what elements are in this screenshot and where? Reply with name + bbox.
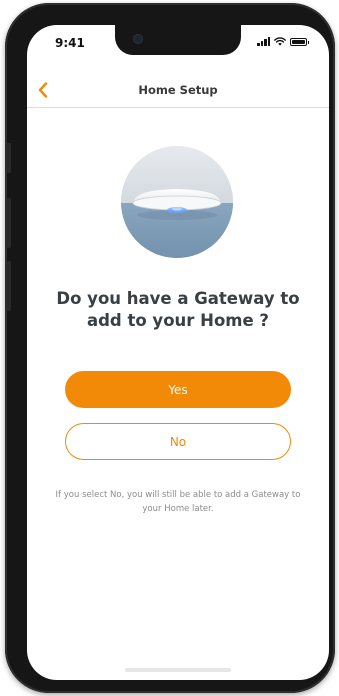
nav-divider xyxy=(27,107,329,108)
gateway-question: Do you have a Gateway to add to your Hom… xyxy=(56,289,300,330)
camera-icon xyxy=(133,34,143,44)
gateway-illustration xyxy=(121,146,233,258)
nav-bar: Home Setup xyxy=(27,75,329,107)
phone-frame: 9:41 Home Setup Do you have a Gateway to… xyxy=(5,3,335,693)
status-time: 9:41 xyxy=(55,36,85,50)
signal-icon xyxy=(257,37,270,46)
volume-up-button xyxy=(6,198,11,248)
mute-switch xyxy=(6,143,11,173)
notch xyxy=(115,25,241,55)
yes-button[interactable]: Yes xyxy=(65,371,291,408)
page-title: Home Setup xyxy=(138,83,218,97)
battery-icon xyxy=(290,37,309,46)
info-note: If you select No, you will still be able… xyxy=(55,490,301,514)
wifi-icon xyxy=(274,37,286,46)
app-screen: 9:41 Home Setup Do you have a Gateway to… xyxy=(27,25,329,680)
no-button[interactable]: No xyxy=(65,423,291,460)
home-indicator xyxy=(125,668,231,672)
status-icons xyxy=(257,37,309,46)
gateway-device-image xyxy=(121,146,233,258)
stage: 9:41 Home Setup Do you have a Gateway to… xyxy=(0,0,339,696)
volume-down-button xyxy=(6,261,11,311)
